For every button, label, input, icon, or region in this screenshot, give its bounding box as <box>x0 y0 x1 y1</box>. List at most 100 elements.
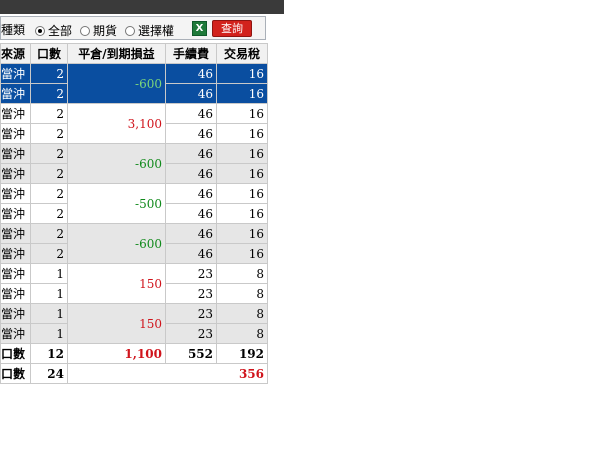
col-header-qty[interactable]: 口數 <box>30 43 68 64</box>
row-pnl: -600 <box>67 143 166 184</box>
row-source: 當沖 <box>0 323 31 344</box>
header-row: 來源 口數 平倉/到期損益 手續費 交易稅 <box>0 43 268 64</box>
row-qty: 2 <box>30 123 68 144</box>
row-source: 當沖 <box>0 63 31 84</box>
row-fee: 23 <box>165 263 217 284</box>
row-qty: 2 <box>30 103 68 124</box>
table-row[interactable]: 當沖 2 -600 46 16 <box>0 223 268 264</box>
row-fee: 46 <box>165 183 217 204</box>
row-pnl: -500 <box>67 183 166 224</box>
row-fee: 46 <box>165 83 217 104</box>
table-row[interactable]: 當沖 1 150 23 8 <box>0 303 268 344</box>
row-pnl: -600 <box>67 223 166 264</box>
row-tax: 16 <box>216 243 268 264</box>
row-qty: 2 <box>30 223 68 244</box>
grand-qty: 24 <box>30 363 68 384</box>
total-tax: 192 <box>216 343 268 364</box>
row-qty: 2 <box>30 143 68 164</box>
row-tax: 8 <box>216 303 268 324</box>
grand-total-row: 口數 24 356 <box>0 363 268 384</box>
radio-all-label: 全部 <box>48 24 73 38</box>
radio-options[interactable]: 選擇權 <box>125 22 174 39</box>
row-source: 當沖 <box>0 123 31 144</box>
row-source: 當沖 <box>0 303 31 324</box>
total-qty: 12 <box>30 343 68 364</box>
row-source: 當沖 <box>0 143 31 164</box>
row-qty: 2 <box>30 83 68 104</box>
row-source: 當沖 <box>0 243 31 264</box>
row-qty: 1 <box>30 303 68 324</box>
row-tax: 16 <box>216 223 268 244</box>
trade-table: 來源 口數 平倉/到期損益 手續費 交易稅 當沖 2 -600 46 16 當沖 2 46 16… <box>0 43 268 384</box>
row-tax: 8 <box>216 283 268 304</box>
table-row[interactable]: 當沖 2 -500 46 16 <box>0 183 268 224</box>
row-pnl: 150 <box>67 263 166 304</box>
radio-options-label: 選擇權 <box>138 24 175 38</box>
row-pnl: -600 <box>67 63 166 104</box>
row-fee: 46 <box>165 203 217 224</box>
filter-bar: 種類 全部 期貨 選擇權 X 查詢 <box>0 16 266 40</box>
row-qty: 2 <box>30 183 68 204</box>
row-fee: 46 <box>165 103 217 124</box>
grand-net: 356 <box>67 363 268 384</box>
row-source: 當沖 <box>0 203 31 224</box>
row-fee: 46 <box>165 123 217 144</box>
row-qty: 2 <box>30 243 68 264</box>
row-source: 當沖 <box>0 183 31 204</box>
row-fee: 46 <box>165 163 217 184</box>
grand-label: 口數 <box>0 363 31 384</box>
row-source: 當沖 <box>0 263 31 284</box>
row-fee: 46 <box>165 243 217 264</box>
row-source: 當沖 <box>0 103 31 124</box>
row-tax: 16 <box>216 143 268 164</box>
row-pnl: 3,100 <box>67 103 166 144</box>
row-tax: 16 <box>216 123 268 144</box>
window-top-strip <box>0 0 284 14</box>
total-row: 口數 12 1,100 552 192 <box>0 343 268 364</box>
radio-futures-dot[interactable] <box>80 25 90 36</box>
row-source: 當沖 <box>0 283 31 304</box>
row-fee: 46 <box>165 223 217 244</box>
radio-futures[interactable]: 期貨 <box>80 22 117 39</box>
col-header-tax[interactable]: 交易稅 <box>216 43 268 64</box>
col-header-fee[interactable]: 手續費 <box>165 43 217 64</box>
total-fee: 552 <box>165 343 217 364</box>
table-row[interactable]: 當沖 1 150 23 8 <box>0 263 268 304</box>
row-tax: 8 <box>216 323 268 344</box>
row-pnl: 150 <box>67 303 166 344</box>
row-source: 當沖 <box>0 83 31 104</box>
row-tax: 8 <box>216 263 268 284</box>
row-tax: 16 <box>216 183 268 204</box>
row-qty: 2 <box>30 63 68 84</box>
table-row[interactable]: 當沖 2 3,100 46 16 <box>0 103 268 144</box>
row-qty: 2 <box>30 203 68 224</box>
row-tax: 16 <box>216 203 268 224</box>
row-tax: 16 <box>216 163 268 184</box>
row-fee: 23 <box>165 303 217 324</box>
col-header-pnl[interactable]: 平倉/到期損益 <box>67 43 166 64</box>
row-source: 當沖 <box>0 223 31 244</box>
excel-icon[interactable]: X <box>192 21 207 36</box>
row-fee: 23 <box>165 283 217 304</box>
row-tax: 16 <box>216 83 268 104</box>
table-row[interactable]: 當沖 2 -600 46 16 <box>0 143 268 184</box>
row-qty: 1 <box>30 263 68 284</box>
radio-all-dot[interactable] <box>35 25 45 36</box>
total-label: 口數 <box>0 343 31 364</box>
row-qty: 2 <box>30 163 68 184</box>
table-row[interactable]: 當沖 2 -600 46 16 <box>0 63 268 104</box>
total-pnl: 1,100 <box>67 343 166 364</box>
col-header-source[interactable]: 來源 <box>0 43 31 64</box>
row-fee: 46 <box>165 143 217 164</box>
row-qty: 1 <box>30 323 68 344</box>
row-tax: 16 <box>216 103 268 124</box>
radio-all[interactable]: 全部 <box>35 22 72 39</box>
filter-label: 種類 <box>1 23 26 37</box>
radio-futures-label: 期貨 <box>93 24 118 38</box>
row-fee: 46 <box>165 63 217 84</box>
query-button[interactable]: 查詢 <box>212 20 252 37</box>
row-fee: 23 <box>165 323 217 344</box>
row-tax: 16 <box>216 63 268 84</box>
row-source: 當沖 <box>0 163 31 184</box>
radio-options-dot[interactable] <box>125 25 135 36</box>
